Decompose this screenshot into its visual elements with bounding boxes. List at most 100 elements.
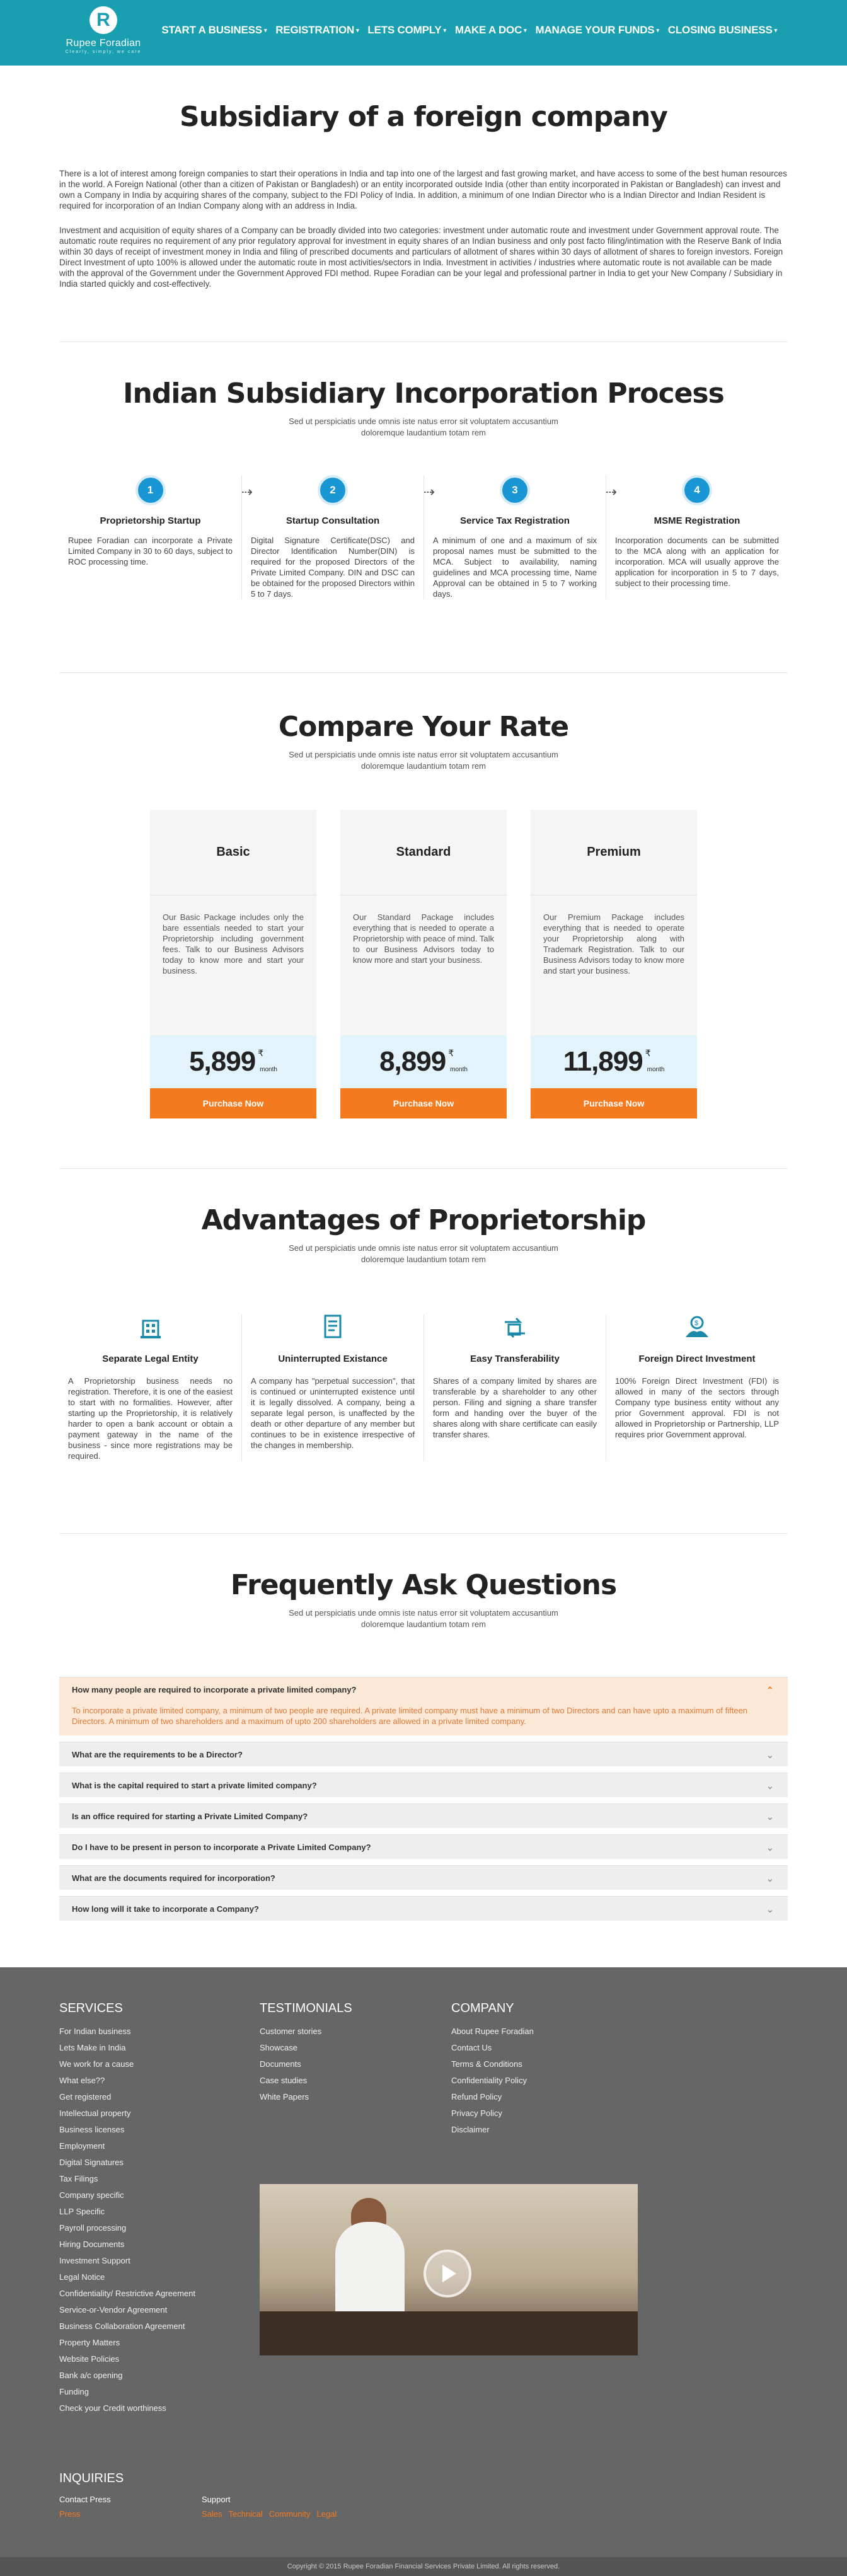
footer-columns: SERVICES For Indian business Lets Make in… (59, 2001, 788, 2519)
advantage-description: 100% Foreign Direct Investment (FDI) is … (615, 1376, 779, 1439)
footer-company-link[interactable]: Terms & Conditions (451, 2056, 615, 2073)
footer-testimonial-link[interactable]: Documents (260, 2056, 424, 2073)
video-desk (260, 2311, 638, 2355)
footer-service-link[interactable]: Lets Make in India (59, 2040, 248, 2056)
chevron-down-icon: ⌄ (766, 1812, 774, 1822)
purchase-button[interactable]: Purchase Now (150, 1088, 316, 1118)
nav-closing-business[interactable]: Closing Business ▾ (664, 24, 781, 37)
inquiry-link-technical[interactable]: Technical (229, 2509, 263, 2519)
advantage-title: Easy Transferability (470, 1354, 560, 1364)
faq-question[interactable]: What is the capital required to start a … (59, 1773, 788, 1797)
inquiry-link-press[interactable]: Press (59, 2509, 80, 2519)
faq-list: How many people are required to incorpor… (59, 1677, 788, 1921)
process-step: 2 ⇢ Startup Consultation Digital Signatu… (241, 475, 435, 599)
nav-registration[interactable]: Registration ▾ (271, 24, 363, 37)
purchase-button[interactable]: Purchase Now (531, 1088, 697, 1118)
faq-question[interactable]: Is an office required for starting a Pri… (59, 1804, 788, 1828)
footer-company-link[interactable]: Refund Policy (451, 2089, 615, 2105)
section-subtitle: Sed ut perspiciatis unde omnis iste natu… (289, 1608, 558, 1629)
nav-start-a-business[interactable]: Start a Business ▾ (157, 24, 271, 37)
footer-testimonial-link[interactable]: Case studies (260, 2073, 424, 2089)
footer-service-link[interactable]: Get registered (59, 2089, 248, 2105)
footer-testimonials: TESTIMONIALS Customer stories Showcase Doc… (260, 2001, 424, 2105)
document-icon (319, 1314, 347, 1340)
step-description: Incorporation documents can be submitted… (615, 536, 779, 588)
section-subtitle: Sed ut perspiciatis unde omnis iste natu… (289, 750, 558, 771)
process-step: 4 MSME Registration Incorporation docume… (606, 475, 788, 599)
footer-service-link[interactable]: Business Collaboration Agreement (59, 2318, 248, 2335)
footer-service-link[interactable]: Investment Support (59, 2253, 248, 2269)
plan-description: Our Premium Package includes everything … (543, 912, 684, 975)
footer-service-link[interactable]: Confidentiality/ Restrictive Agreement (59, 2286, 248, 2302)
footer-service-link[interactable]: Payroll processing (59, 2220, 248, 2236)
nav-manage-your-funds[interactable]: Manage Your Funds ▾ (531, 24, 663, 37)
footer-company-link[interactable]: Contact Us (451, 2040, 615, 2056)
rupee-icon: ₹ (448, 1047, 454, 1058)
play-icon[interactable] (424, 2250, 471, 2297)
footer-service-link[interactable]: Tax Filings (59, 2171, 248, 2187)
footer-services-list: For Indian business Lets Make in India We … (59, 2023, 248, 2417)
step-description: Digital Signature Certificate(DSC) and D… (251, 536, 415, 599)
footer-service-link[interactable]: Digital Signatures (59, 2154, 248, 2171)
footer-service-link[interactable]: Intellectual property (59, 2105, 248, 2122)
footer-service-link[interactable]: Bank a/c opening (59, 2367, 248, 2384)
footer-testimonial-link[interactable]: Customer stories (260, 2023, 424, 2040)
inquiry-link-community[interactable]: Community (269, 2509, 311, 2519)
footer-service-link[interactable]: For Indian business (59, 2023, 248, 2040)
faq-question[interactable]: What are the documents required for inco… (59, 1866, 788, 1890)
plan-description: Our Standard Package includes everything… (353, 912, 494, 965)
inquiry-support: Support Sales Technical Community Legal (202, 2495, 344, 2519)
rupee-icon: ₹ (645, 1047, 651, 1058)
footer-company-link[interactable]: Privacy Policy (451, 2105, 615, 2122)
footer-service-link[interactable]: LLP Specific (59, 2204, 248, 2220)
process-steps: 1 ⇢ Proprietorship Startup Rupee Foradia… (59, 475, 788, 599)
plan-name: Premium (531, 810, 697, 895)
chevron-up-icon: ⌃ (766, 1685, 774, 1695)
footer-company-link[interactable]: About Rupee Foradian (451, 2023, 615, 2040)
brand-logo[interactable]: R Rupee Foradian Clearly, simply, we car… (60, 6, 146, 59)
faq-question[interactable]: Do I have to be present in person to inc… (59, 1835, 788, 1859)
footer-company-link[interactable]: Confidentiality Policy (451, 2073, 615, 2089)
main-nav: Start a Business ▾ Registration ▾ Lets Com… (157, 24, 781, 37)
footer-service-link[interactable]: What else?? (59, 2073, 248, 2089)
faq-question[interactable]: How many people are required to incorpor… (59, 1677, 788, 1701)
footer-service-link[interactable]: Check your Credit worthiness (59, 2400, 248, 2417)
testimonial-video[interactable] (260, 2184, 638, 2355)
footer-testimonial-link[interactable]: Showcase (260, 2040, 424, 2056)
footer-service-link[interactable]: Company specific (59, 2187, 248, 2204)
advantage-description: Shares of a company limited by shares ar… (433, 1376, 597, 1439)
chevron-down-icon: ▾ (524, 26, 527, 33)
step-description: Rupee Foradian can incorporate a Private… (68, 536, 233, 566)
section-subtitle: Sed ut perspiciatis unde omnis iste natu… (289, 417, 558, 437)
footer-service-link[interactable]: Business licenses (59, 2122, 248, 2138)
faq-item: What are the documents required for inco… (59, 1865, 788, 1890)
footer-service-link[interactable]: Employment (59, 2138, 248, 2154)
purchase-button[interactable]: Purchase Now (340, 1088, 507, 1118)
section-title: Indian Subsidiary Incorporation Process (123, 377, 725, 410)
footer-heading: COMPANY (451, 2001, 514, 2015)
nav-lets-comply[interactable]: Lets Comply ▾ (363, 24, 450, 37)
faq-question[interactable]: What are the requirements to be a Direct… (59, 1742, 788, 1766)
footer-company-link[interactable]: Disclaimer (451, 2122, 615, 2138)
chevron-down-icon: ▾ (774, 26, 778, 33)
faq-question[interactable]: How long will it take to incorporate a C… (59, 1897, 788, 1921)
price-amount: 11,899 (563, 1046, 643, 1077)
nav-make-a-doc[interactable]: Make a Doc ▾ (451, 24, 531, 37)
footer-testimonial-link[interactable]: White Papers (260, 2089, 424, 2105)
price-amount: 8,899 (379, 1046, 446, 1077)
step-number: 1 (135, 475, 166, 505)
intro-paragraph: Investment and acquisition of equity sha… (59, 226, 783, 289)
footer-service-link[interactable]: Funding (59, 2384, 248, 2400)
footer-service-link[interactable]: Legal Notice (59, 2269, 248, 2286)
faq-answer: To incorporate a private limited company… (72, 1706, 748, 1726)
footer-service-link[interactable]: Hiring Documents (59, 2236, 248, 2253)
footer-service-link[interactable]: Website Policies (59, 2351, 248, 2367)
footer-service-link[interactable]: We work for a cause (59, 2056, 248, 2073)
inquiry-link-legal[interactable]: Legal (316, 2509, 337, 2519)
faq-item: What is the capital required to start a … (59, 1773, 788, 1797)
footer-heading: SERVICES (59, 2001, 123, 2015)
footer-service-link[interactable]: Service-or-Vendor Agreement (59, 2302, 248, 2318)
transfer-icon (501, 1314, 529, 1340)
inquiry-link-sales[interactable]: Sales (202, 2509, 222, 2519)
footer-service-link[interactable]: Property Matters (59, 2335, 248, 2351)
